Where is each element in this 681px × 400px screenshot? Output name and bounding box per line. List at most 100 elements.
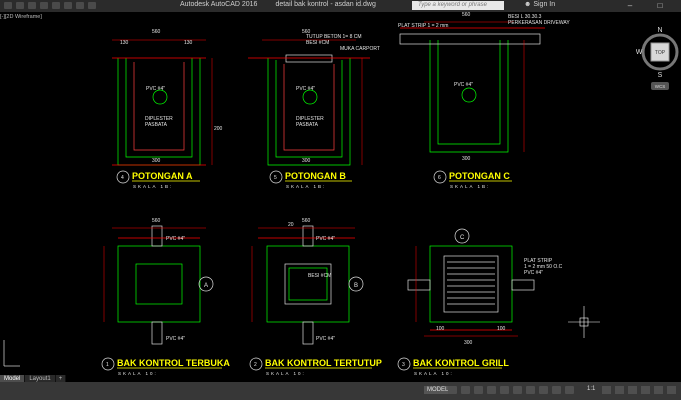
redo-icon[interactable]: [88, 2, 96, 9]
note-pvc-b: PVC #4": [296, 86, 315, 92]
dim-plan-top-tertutup: 560: [302, 218, 311, 224]
sign-in-button[interactable]: ☻ Sign In: [524, 1, 555, 8]
section-potongan-c: [399, 27, 545, 153]
customization-icon[interactable]: [667, 386, 676, 394]
scale-potongan-c: SKALA 1B:: [450, 184, 490, 189]
title-potongan-b: POTONGAN B: [285, 171, 346, 181]
osnap-icon[interactable]: [500, 386, 509, 394]
plan-bak-terbuka: [117, 225, 201, 345]
compass-north: N: [657, 27, 662, 34]
workspace-gear-icon[interactable]: [602, 386, 611, 394]
dim-200-a: 200: [214, 126, 223, 132]
dim-plan-top-terbuka: 560: [152, 218, 161, 224]
note-pasbata-a: PASBATA: [145, 122, 168, 128]
compass-south: S: [658, 72, 663, 79]
title-bak-grill: BAK KONTROL GRILL: [413, 358, 509, 368]
otrack-icon[interactable]: [513, 386, 522, 394]
isolate-objects-icon[interactable]: [628, 386, 637, 394]
window-title: Autodesk AutoCAD 2016 detail bak kontrol …: [180, 1, 376, 8]
clean-screen-icon[interactable]: [654, 386, 663, 394]
transparency-icon[interactable]: [539, 386, 548, 394]
grid-icon[interactable]: [448, 386, 457, 394]
title-bar: Autodesk AutoCAD 2016 detail bak kontrol …: [0, 0, 681, 12]
note-plat-strip: PLAT STRIP 1 = 2 mm: [398, 23, 448, 29]
status-bar: [0, 382, 681, 400]
undo-icon[interactable]: [76, 2, 84, 9]
dim-bottom-b: 300: [302, 158, 311, 164]
compass-west: W: [636, 49, 643, 56]
note-pvc-grill: PVC #4": [524, 270, 543, 276]
note-pvc-tertutup-top: PVC #4": [316, 236, 335, 242]
save-icon[interactable]: [40, 2, 48, 9]
dim-bottom-a: 300: [152, 158, 161, 164]
dim-plan-bottom-grill: 300: [464, 340, 473, 346]
title-bak-tertutup: BAK KONTROL TERTUTUP: [265, 358, 382, 368]
dim-top-b: 560: [302, 29, 311, 35]
circle-num-4: 4: [121, 175, 124, 181]
annotation-scale[interactable]: 1:1: [587, 386, 595, 392]
quick-access-toolbar[interactable]: [4, 2, 96, 9]
dim-130-a2: 130: [184, 40, 193, 46]
marker-b: B: [354, 283, 358, 289]
section-potongan-a: [112, 57, 206, 166]
wcs-menu: WCS: [655, 84, 666, 89]
polar-icon[interactable]: [487, 386, 496, 394]
hardware-acceleration-icon[interactable]: [641, 386, 650, 394]
title-bak-terbuka: BAK KONTROL TERBUKA: [117, 358, 230, 368]
circle-num-6: 6: [438, 175, 441, 181]
open-file-icon[interactable]: [28, 2, 36, 9]
dim-100-grill: 100: [436, 326, 445, 332]
note-pvc-terbuka-bottom: PVC #4": [166, 336, 185, 342]
snap-icon[interactable]: [461, 386, 470, 394]
circle-num-1: 1: [106, 362, 109, 368]
minimize-button[interactable]: –: [620, 0, 640, 12]
annotation-visibility-icon[interactable]: [565, 386, 574, 394]
maximize-button[interactable]: □: [650, 0, 670, 12]
scale-bak-terbuka: SKALA 10:: [118, 371, 158, 376]
user-icon: ☻: [524, 1, 532, 8]
dim-bottom-c: 300: [462, 156, 471, 162]
dim-130-a: 130: [120, 40, 129, 46]
title-potongan-c: POTONGAN C: [449, 171, 510, 181]
scale-bak-tertutup: SKALA 10:: [266, 371, 306, 376]
note-pvc-terbuka-top: PVC #4": [166, 236, 185, 242]
dim-20-tertutup: 20: [288, 222, 294, 228]
title-potongan-a: POTONGAN A: [132, 171, 193, 181]
selection-cycling-icon[interactable]: [552, 386, 561, 394]
status-toggles: [448, 386, 574, 394]
dim-top-a: 560: [152, 29, 161, 35]
circle-num-5: 5: [274, 175, 277, 181]
new-file-icon[interactable]: [16, 2, 24, 9]
note-perkerasan: PERKERASAN DRIVEWAY: [508, 20, 570, 26]
note-pvc-a: PVC #4": [146, 86, 165, 92]
circle-num-2: 2: [254, 362, 257, 368]
save-as-icon[interactable]: [52, 2, 60, 9]
note-pvc-tertutup-bottom: PVC #4": [316, 336, 335, 342]
marker-a: A: [204, 283, 208, 289]
search-input[interactable]: Type a keyword or phrase: [412, 1, 504, 10]
viewcube[interactable]: TOP N W S WCS: [636, 26, 680, 92]
annotation-monitor-icon[interactable]: [615, 386, 624, 394]
viewcube-top: TOP: [655, 50, 666, 56]
note-pasbata-b: PASBATA: [296, 122, 319, 128]
circle-num-3: 3: [402, 362, 405, 368]
scale-potongan-b: SKALA 1B:: [286, 184, 326, 189]
app-menu-icon[interactable]: [4, 2, 12, 9]
note-pvc-c: PVC #4": [454, 82, 473, 88]
ortho-icon[interactable]: [474, 386, 483, 394]
dim-100-grill-2: 100: [497, 326, 506, 332]
plan-bak-grill: [407, 245, 535, 331]
note-besi-tertutup: BESI #CM: [308, 273, 331, 279]
section-potongan-b: [248, 54, 370, 166]
note-muka-carport: MUKA CARPORT: [340, 46, 380, 52]
dim-top-c: 560: [462, 12, 471, 18]
plan-bak-tertutup: [258, 225, 355, 345]
note-besi-b: BESI #CM: [306, 40, 329, 46]
scale-potongan-a: SKALA 1B:: [133, 184, 173, 189]
marker-c: C: [460, 235, 465, 241]
drawing-canvas[interactable]: PVC #4" DIPLESTER PASBATA PVC #4" DIPLES…: [0, 12, 681, 378]
status-tools: [602, 386, 676, 394]
lineweight-icon[interactable]: [526, 386, 535, 394]
plot-icon[interactable]: [64, 2, 72, 9]
scale-bak-grill: SKALA 10:: [414, 371, 454, 376]
